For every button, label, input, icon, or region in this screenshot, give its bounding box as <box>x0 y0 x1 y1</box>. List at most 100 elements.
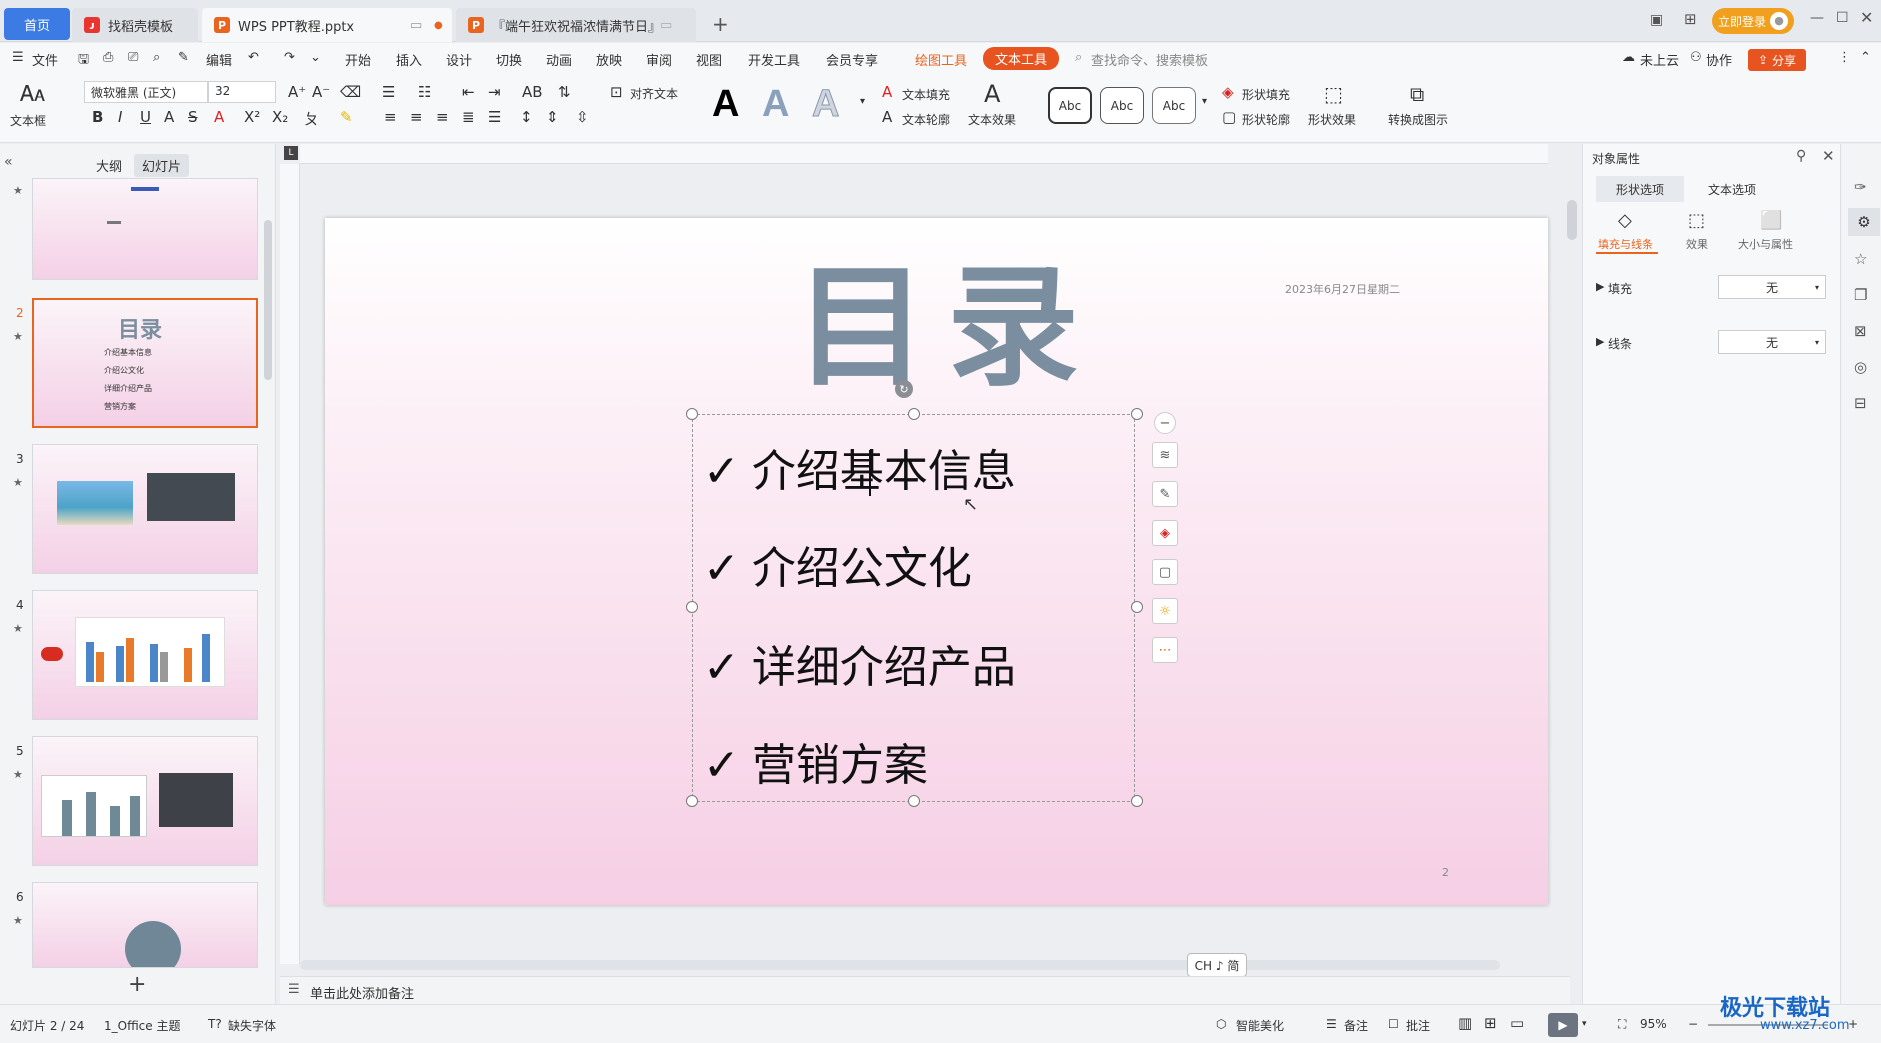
notes-placeholder[interactable]: 单击此处添加备注 <box>310 983 414 1002</box>
comment-button[interactable]: 批注 <box>1406 1017 1430 1034</box>
apps-grid-icon[interactable]: ⊞ <box>1684 10 1697 28</box>
menu-switch[interactable]: 切换 <box>496 50 522 69</box>
menu-draw-tools[interactable]: 绘图工具 <box>915 50 967 69</box>
resize-handle-w[interactable] <box>686 601 698 613</box>
text-style-black[interactable]: A <box>712 84 739 124</box>
close-icon[interactable]: ✕ <box>1860 8 1873 27</box>
tab-stop-icon[interactable]: L <box>284 146 298 160</box>
sorter-view-icon[interactable]: ⊞ <box>1484 1014 1497 1032</box>
fill-line-icon[interactable]: ◇ <box>1618 210 1632 231</box>
tab-find-template[interactable]: ᴊ 找稻壳模板 <box>72 8 198 42</box>
theme-name[interactable]: 1_Office 主题 <box>104 1017 180 1034</box>
monitor-icon[interactable]: ▭ <box>410 18 422 33</box>
decrease-indent-icon[interactable]: ⇤ <box>462 83 475 101</box>
share-button[interactable]: ⇪ 分享 <box>1748 49 1806 71</box>
slide-thumbnail-3[interactable] <box>32 444 258 574</box>
convert-diagram-button[interactable]: 转换成图示 <box>1388 111 1448 128</box>
add-slide-icon[interactable]: + <box>128 972 146 997</box>
increase-font-icon[interactable]: A⁺ <box>288 83 306 101</box>
shape-style-3[interactable]: Abc <box>1152 87 1196 124</box>
align-center-icon[interactable]: ≡ <box>410 108 423 126</box>
collapse-panel-icon[interactable]: « <box>4 154 13 170</box>
comment-panel-icon[interactable]: ❐ <box>1854 286 1867 304</box>
menu-text-tools[interactable]: 文本工具 <box>983 47 1060 70</box>
menu-start[interactable]: 开始 <box>345 50 371 69</box>
text-effect-icon[interactable]: A <box>984 80 1000 108</box>
slide-title[interactable]: 目录 <box>795 258 1099 398</box>
slide[interactable]: 目录 2023年6月27日星期二 2 ✓ 介绍基本信息 ✓ 介绍公文化 ✓ 详细介绍产… <box>325 218 1548 905</box>
shape-effect-icon[interactable]: ⬚ <box>1324 82 1343 106</box>
fill-select[interactable]: 无 ▾ <box>1718 275 1826 299</box>
menu-design[interactable]: 设计 <box>446 50 472 69</box>
distribute-icon[interactable]: ☰ <box>488 108 501 126</box>
menu-insert[interactable]: 插入 <box>396 50 422 69</box>
text-style-more-icon[interactable]: ▾ <box>860 96 865 107</box>
resize-handle-nw[interactable] <box>686 408 698 420</box>
play-slideshow-icon[interactable]: ▶ <box>1548 1013 1578 1037</box>
paragraph-spacing-icon[interactable]: ⇕ <box>546 108 559 126</box>
location-icon[interactable]: ◎ <box>1854 358 1867 376</box>
more-chevron-icon[interactable]: ⌄ <box>310 50 321 65</box>
pen-icon[interactable]: ✎ <box>1152 481 1178 507</box>
resize-handle-e[interactable] <box>1131 601 1143 613</box>
resize-handle-ne[interactable] <box>1131 408 1143 420</box>
undo-icon[interactable]: ↶ <box>248 50 259 65</box>
menu-member[interactable]: 会员专享 <box>826 50 878 69</box>
bullet-list-icon[interactable]: ☰ <box>382 83 395 101</box>
print-icon[interactable]: ⎚ <box>128 50 138 65</box>
justify-icon[interactable]: ≣ <box>462 108 475 126</box>
slide-thumbnail-5[interactable] <box>32 736 258 866</box>
pin-icon[interactable]: ⚲ <box>1796 148 1806 164</box>
fill-bucket-icon[interactable]: ◈ <box>1152 520 1178 546</box>
shadow-text-icon[interactable]: A <box>164 108 174 126</box>
fit-window-icon[interactable]: ⛶ <box>1618 1017 1626 1032</box>
size-property-icon[interactable]: ⬜ <box>1760 210 1782 231</box>
text-style-outline[interactable]: A <box>811 84 839 125</box>
hamburger-icon[interactable]: ☰ <box>12 50 24 65</box>
bullet-item[interactable]: ✓ 介绍基本信息 <box>703 445 1016 499</box>
ime-indicator[interactable]: CH ♪ 简 <box>1187 953 1247 977</box>
underline-icon[interactable]: U <box>140 108 151 126</box>
align-text-icon[interactable]: ⊡ <box>610 83 623 101</box>
notes-bar[interactable]: ☰ 单击此处添加备注 <box>280 976 1570 1004</box>
preview-icon[interactable]: ⌕ <box>153 50 160 65</box>
more-options-icon[interactable]: ⋯ <box>1152 637 1178 663</box>
redo-icon[interactable]: ↷ <box>284 50 295 65</box>
line-select[interactable]: 无 ▾ <box>1718 330 1826 354</box>
slide-thumbnail-6[interactable] <box>32 882 258 968</box>
increase-indent-icon[interactable]: ⇥ <box>488 83 501 101</box>
minimize-icon[interactable]: — <box>1810 10 1824 26</box>
expand-line-icon[interactable]: ▶ <box>1596 335 1604 348</box>
effect-icon[interactable]: ⬚ <box>1688 210 1705 231</box>
zoom-out-icon[interactable]: − <box>1688 1017 1698 1031</box>
slide-page-number[interactable]: 2 <box>1442 866 1449 879</box>
shape-style-2[interactable]: Abc <box>1100 87 1144 124</box>
text-fill-icon[interactable]: A <box>882 83 892 101</box>
shape-outline-button[interactable]: 形状轮廓 <box>1242 111 1290 128</box>
resize-handle-sw[interactable] <box>686 795 698 807</box>
slide-thumbnail-4[interactable] <box>32 590 258 720</box>
slide-thumbnail-1[interactable] <box>32 178 258 280</box>
text-effect-button[interactable]: 文本效果 <box>968 111 1016 128</box>
column-spacing-icon[interactable]: ⇳ <box>576 108 589 126</box>
tab-effect[interactable]: 效果 <box>1686 236 1708 252</box>
italic-icon[interactable]: I <box>118 108 122 126</box>
tab-dragon-boat[interactable]: P 『端午狂欢祝福浓情满节日』 ▭ <box>456 8 696 42</box>
vertical-scrollbar[interactable] <box>1567 200 1577 240</box>
tab-outline[interactable]: 大纲 <box>88 154 130 177</box>
tab-wps-ppt[interactable]: P WPS PPT教程.pptx ▭ ● <box>202 8 452 42</box>
text-outline-icon[interactable]: A <box>882 108 892 126</box>
menu-file[interactable]: 文件 <box>32 50 58 69</box>
font-family-select[interactable]: 微软雅黑 (正文) <box>84 81 208 103</box>
animation-icon[interactable]: ☆ <box>1854 250 1867 268</box>
text-direction-icon[interactable]: AB <box>522 83 543 101</box>
superscript-icon[interactable]: X² <box>244 108 260 126</box>
shape-fill-button[interactable]: 形状填充 <box>1242 86 1290 103</box>
shape-style-1[interactable]: Abc <box>1048 87 1092 124</box>
collapse-ribbon-icon[interactable]: ⌃ <box>1860 50 1871 65</box>
tab-fill-line[interactable]: 填充与线条 <box>1598 236 1653 252</box>
properties-toggle-icon[interactable]: ⚙ <box>1848 208 1880 236</box>
expand-fill-icon[interactable]: ▶ <box>1596 280 1604 293</box>
save-icon[interactable]: 🖫 <box>78 50 89 72</box>
close-panel-icon[interactable]: ✕ <box>1822 147 1835 165</box>
